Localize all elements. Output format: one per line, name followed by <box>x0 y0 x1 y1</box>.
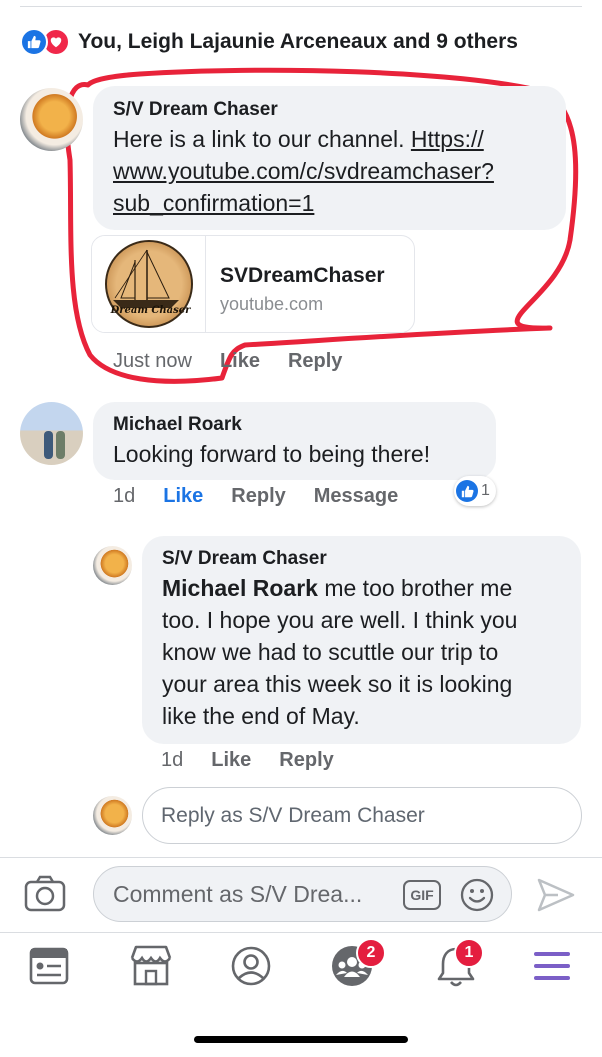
reply-input[interactable]: Reply as S/V Dream Chaser <box>142 787 582 844</box>
comment-actions: 1d Like Reply Message <box>113 485 426 508</box>
groups-badge: 2 <box>356 938 386 968</box>
reply-input-placeholder: Reply as S/V Dream Chaser <box>161 803 425 827</box>
notifications-icon[interactable]: 1 <box>436 938 484 994</box>
reply-text-line: your area this week so it is looking <box>162 671 513 697</box>
reply-text-line: know we had to scuttle our trip to <box>162 639 499 665</box>
reply-timestamp: 1d <box>161 749 184 771</box>
comment-link-part[interactable]: sub_confirmation=1 <box>113 190 314 216</box>
reply-text: Michael Roark me too brother me too. I h… <box>162 572 581 732</box>
emoji-icon[interactable] <box>460 878 494 918</box>
avatar-dream-chaser <box>93 796 132 835</box>
home-indicator <box>194 1036 408 1043</box>
comment-author[interactable]: S/V Dream Chaser <box>113 99 566 121</box>
gif-button[interactable]: GIF <box>403 880 441 910</box>
comment-link-part[interactable]: www.youtube.com/c/svdreamchaser? <box>113 158 494 184</box>
reply-button[interactable]: Reply <box>288 350 342 373</box>
news-feed-icon[interactable] <box>28 946 70 991</box>
avatar-dream-chaser[interactable] <box>93 546 132 585</box>
preview-domain: youtube.com <box>220 294 324 314</box>
like-reaction-icon <box>20 28 48 56</box>
avatar-michael-roark[interactable] <box>20 402 83 465</box>
groups-icon[interactable]: 2 <box>330 938 386 993</box>
dream-chaser-logo: Dream Chaser <box>104 240 193 328</box>
comment-timestamp: 1d <box>113 485 136 507</box>
message-button[interactable]: Message <box>314 485 399 508</box>
comment-link-part[interactable]: Https:// <box>411 126 484 152</box>
comment-reaction-count[interactable]: 1 <box>454 476 496 506</box>
logo-text: Dream Chaser <box>110 305 191 316</box>
comment-author[interactable]: Michael Roark <box>113 414 496 436</box>
comment-bubble: S/V Dream Chaser Here is a link to our c… <box>93 86 566 230</box>
like-button[interactable]: Like <box>163 485 203 508</box>
reply-actions: 1d Like Reply <box>161 749 362 772</box>
like-reaction-icon <box>456 480 478 502</box>
preview-title: SVDreamChaser <box>220 264 385 287</box>
like-button[interactable]: Like <box>220 350 260 373</box>
menu-icon[interactable] <box>533 949 571 988</box>
comment-actions: Just now Like Reply <box>113 350 370 373</box>
like-button[interactable]: Like <box>211 749 251 772</box>
profile-icon[interactable] <box>230 945 272 992</box>
reply-bubble: S/V Dream Chaser Michael Roark me too br… <box>142 536 581 744</box>
reply-button[interactable]: Reply <box>231 485 285 508</box>
comment-timestamp: Just now <box>113 350 192 372</box>
tabbar-divider <box>0 932 602 933</box>
composer-divider <box>0 857 602 858</box>
comment-bubble: Michael Roark Looking forward to being t… <box>93 402 496 480</box>
reply-text-line: me too brother me <box>317 575 513 601</box>
send-icon[interactable] <box>536 877 576 918</box>
camera-icon[interactable] <box>24 874 66 917</box>
comment-composer[interactable]: Comment as S/V Drea... GIF <box>93 866 512 922</box>
notifications-badge: 1 <box>454 938 484 968</box>
marketplace-icon[interactable] <box>128 944 174 991</box>
avatar-dream-chaser[interactable] <box>20 88 83 151</box>
reply-button[interactable]: Reply <box>279 749 333 772</box>
link-preview-card[interactable]: Dream Chaser SVDreamChaser youtube.com <box>91 235 415 333</box>
mention-link[interactable]: Michael Roark <box>162 575 318 601</box>
reaction-count: 1 <box>481 482 490 499</box>
comment-text-line: Here is a link to our channel. <box>113 126 411 152</box>
composer-placeholder: Comment as S/V Drea... <box>113 880 363 907</box>
reply-text-line: too. I hope you are well. I think you <box>162 607 518 633</box>
reply-author[interactable]: S/V Dream Chaser <box>162 548 581 570</box>
reply-text-line: like the end of May. <box>162 703 360 729</box>
comment-text: Here is a link to our channel. Https:// … <box>113 123 566 219</box>
preview-thumbnail: Dream Chaser <box>92 236 206 332</box>
comment-text: Looking forward to being there! <box>113 441 431 467</box>
